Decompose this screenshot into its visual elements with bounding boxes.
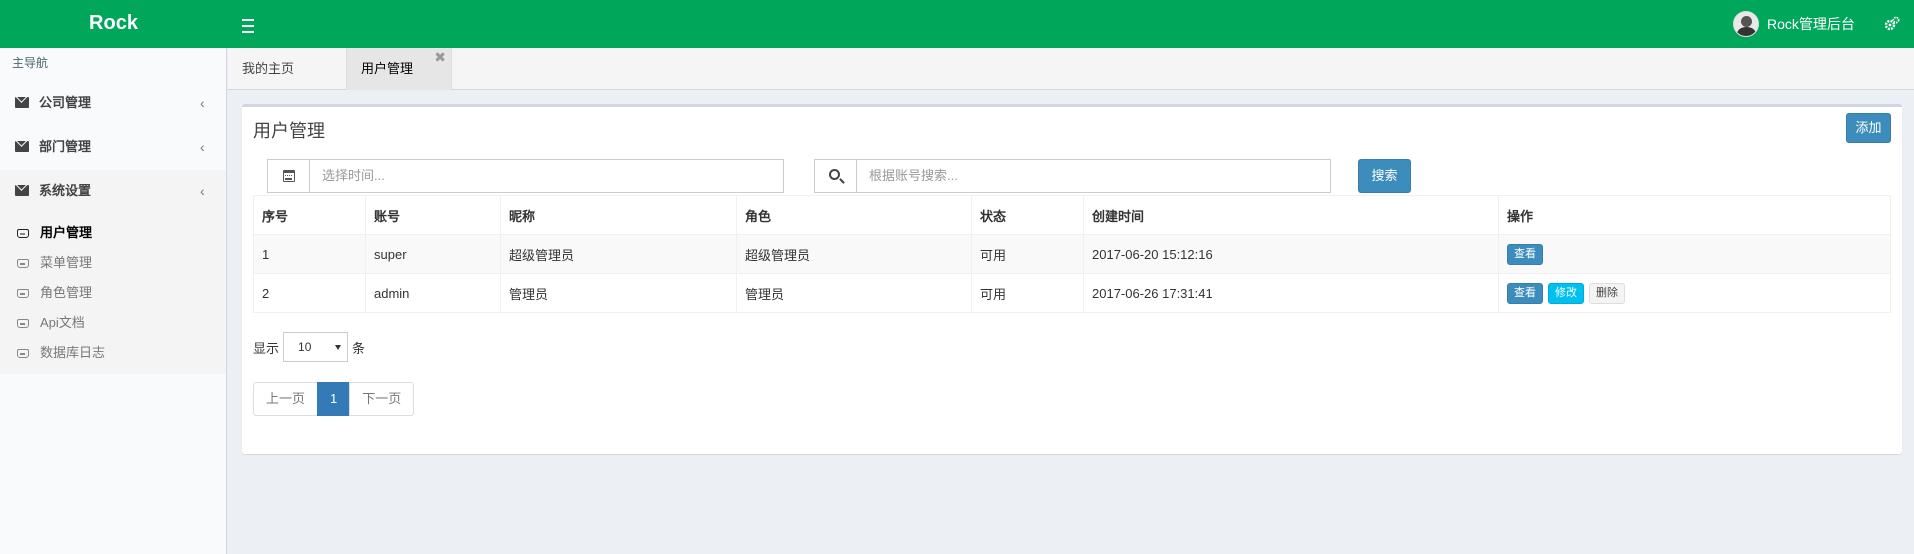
cell-created: 2017-06-26 17:31:41: [1083, 274, 1498, 312]
system-settings-submenu: 用户管理 菜单管理 角色管理 Api文档 数据库日志: [0, 214, 226, 374]
users-table: 序号 账号 昵称 角色 状态 创建时间 操作 1 super 超级管理员 超级管…: [253, 195, 1891, 313]
table-row: 2 admin 管理员 管理员 可用 2017-06-26 17:31:41 查…: [254, 273, 1890, 312]
inbox-icon: [17, 319, 29, 328]
cell-nickname: 超级管理员: [500, 235, 736, 273]
search-input[interactable]: 根据账号搜索...: [857, 160, 1330, 192]
pagination: 上一页 1 下一页: [253, 382, 415, 416]
next-page-button[interactable]: 下一页: [349, 382, 415, 416]
sidebar-item-label: 系统设置: [39, 183, 92, 198]
app-logo[interactable]: Rock: [0, 0, 227, 48]
column-header[interactable]: 账号: [365, 196, 500, 234]
page-button-current[interactable]: 1: [317, 382, 351, 416]
sidebar-item-label: 菜单管理: [40, 255, 93, 270]
length-prefix: 显示: [253, 340, 280, 356]
edit-button[interactable]: 修改: [1548, 282, 1584, 304]
cell-nickname: 管理员: [500, 274, 736, 312]
inbox-icon: [17, 349, 29, 358]
cell-status: 可用: [971, 274, 1083, 312]
cell-account: super: [365, 235, 500, 273]
chevron-left-icon: ‹: [200, 183, 205, 199]
sidebar-item-label: 角色管理: [40, 285, 93, 300]
caret-down-icon: [335, 345, 342, 350]
chevron-left-icon: ‹: [200, 95, 205, 111]
envelope-icon: [15, 185, 29, 196]
delete-button[interactable]: 删除: [1589, 282, 1625, 304]
cell-actions: 查看 修改 删除: [1498, 274, 1890, 312]
length-suffix: 条: [352, 340, 366, 356]
gears-icon[interactable]: [1884, 16, 1900, 32]
page-length-select[interactable]: 10: [283, 332, 349, 362]
cell-created: 2017-06-20 15:12:16: [1083, 235, 1498, 273]
sidebar-item-label: 部门管理: [39, 139, 92, 154]
page-length-value: 10: [298, 340, 312, 354]
column-header[interactable]: 创建时间: [1083, 196, 1498, 234]
search-addon: [815, 160, 857, 192]
inbox-icon: [17, 289, 29, 298]
column-header[interactable]: 序号: [254, 196, 365, 234]
tab-home[interactable]: 我的主页: [228, 48, 328, 90]
sidebar-item-label: Api文档: [40, 315, 85, 330]
user-avatar: [1733, 11, 1759, 37]
prev-page-button[interactable]: 上一页: [253, 382, 319, 416]
view-button[interactable]: 查看: [1507, 243, 1543, 265]
sidebar-item-menus[interactable]: 菜单管理: [0, 248, 226, 278]
column-header[interactable]: 昵称: [500, 196, 736, 234]
search-icon: [829, 169, 840, 180]
sidebar-heading: 主导航: [0, 48, 226, 82]
table-row: 1 super 超级管理员 超级管理员 可用 2017-06-20 15:12:…: [254, 234, 1890, 273]
chevron-left-icon: ‹: [200, 139, 205, 155]
date-filter: 选择时间...: [267, 159, 784, 193]
cell-account: admin: [365, 274, 500, 312]
sidebar-item-api-docs[interactable]: Api文档: [0, 308, 226, 338]
date-addon: [268, 160, 310, 192]
cell-role: 管理员: [736, 274, 971, 312]
column-header[interactable]: 状态: [971, 196, 1083, 234]
search-filter: 根据账号搜索...: [814, 159, 1331, 193]
tab-label: 我的主页: [242, 61, 295, 76]
cell-status: 可用: [971, 235, 1083, 273]
menu-toggle-icon[interactable]: [238, 13, 258, 35]
view-button[interactable]: 查看: [1507, 282, 1543, 304]
column-header[interactable]: 角色: [736, 196, 971, 234]
cell-no: 2: [262, 285, 270, 301]
column-header: 操作: [1498, 196, 1890, 234]
sidebar-item-department[interactable]: 部门管理 ‹: [0, 126, 226, 170]
top-header: Rock Rock管理后台: [0, 0, 1914, 48]
add-button[interactable]: 添加: [1846, 113, 1891, 143]
cell-no: 1: [262, 246, 270, 262]
sidebar-item-company[interactable]: 公司管理 ‹: [0, 82, 226, 126]
tab-bar: 我的主页 用户管理 ✖: [228, 48, 1914, 90]
sidebar-item-db-logs[interactable]: 数据库日志: [0, 338, 226, 368]
user-name: Rock管理后台: [1767, 16, 1855, 32]
sidebar-item-label: 数据库日志: [40, 345, 106, 360]
date-input[interactable]: 选择时间...: [310, 160, 783, 192]
search-button[interactable]: 搜索: [1358, 159, 1411, 193]
sidebar-item-users[interactable]: 用户管理: [0, 218, 226, 248]
table-header-row: 序号 账号 昵称 角色 状态 创建时间 操作: [254, 196, 1890, 234]
close-icon[interactable]: ✖: [434, 42, 446, 72]
sidebar-item-roles[interactable]: 角色管理: [0, 278, 226, 308]
envelope-icon: [15, 97, 29, 108]
user-menu[interactable]: Rock管理后台: [1733, 10, 1855, 38]
inbox-icon: [17, 229, 29, 238]
page-title: 用户管理: [253, 121, 325, 141]
tab-label: 用户管理: [361, 61, 414, 76]
tab-user-management[interactable]: 用户管理 ✖: [346, 48, 452, 90]
cell-role: 超级管理员: [736, 235, 971, 273]
page-length: 显示 10 条: [253, 332, 365, 362]
sidebar: 主导航 公司管理 ‹ 部门管理 ‹ 系统设置 ‹ 用户管理 菜单管理 角色管理 …: [0, 48, 227, 554]
sidebar-item-label: 公司管理: [39, 95, 92, 110]
envelope-icon: [15, 141, 29, 152]
user-management-panel: 用户管理 添加 选择时间... 根据账号搜索... 搜索 序号 账号 昵称 角色…: [242, 104, 1902, 454]
cell-actions: 查看: [1498, 235, 1890, 273]
calendar-icon: [283, 170, 295, 182]
inbox-icon: [17, 259, 29, 268]
sidebar-item-system-settings[interactable]: 系统设置 ‹: [0, 170, 226, 214]
sidebar-item-label: 用户管理: [40, 225, 93, 240]
